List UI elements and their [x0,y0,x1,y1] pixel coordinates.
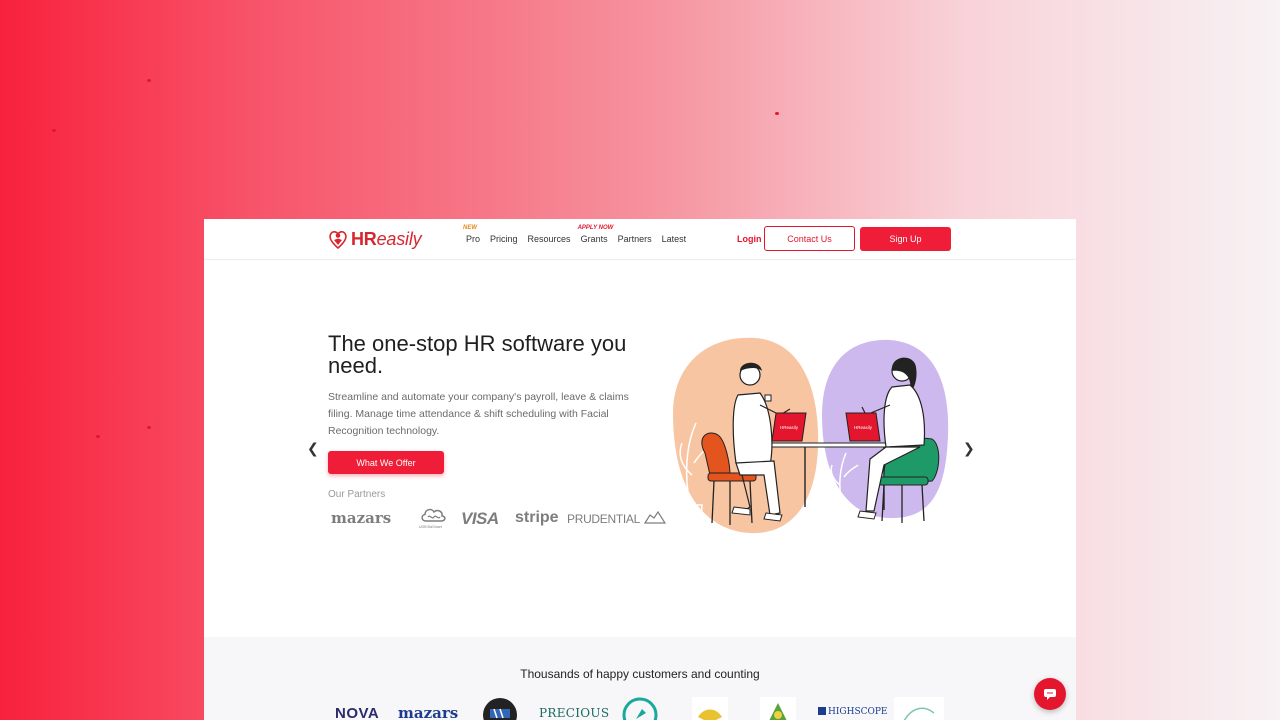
background-speck [775,112,779,115]
top-navbar: HReasily NEW Pro Pricing Resources APPLY… [204,219,1076,260]
laptop-screen-logo: HReasily [780,425,799,430]
background-speck [96,435,100,438]
cloud-icon [421,508,446,522]
nav-item-resources[interactable]: Resources [528,234,571,244]
customer-logo-precious: PRECIOUS [539,706,610,720]
chat-button[interactable] [1034,678,1066,710]
nav-item-partners[interactable]: Partners [618,234,652,244]
customer-logo-badge-dark [483,698,517,720]
hreasily-logo[interactable]: HReasily [328,228,422,250]
chat-icon [1044,689,1056,700]
laptop-screen-logo: HReasily [854,425,873,430]
partner-logo-prudential: PRUDENTIAL [567,512,641,526]
partner-logo-stripe: stripe [515,509,559,526]
background-speck [52,129,56,132]
partner-logo-uob: UOB BizSmart [419,506,447,529]
nav-item-pricing[interactable]: Pricing [490,234,518,244]
sign-up-button[interactable]: Sign Up [860,227,951,251]
partners-label: Our Partners [328,489,386,500]
partner-logo-visa: VISA [461,509,499,528]
what-we-offer-button[interactable]: What We Offer [328,451,444,474]
nav-item-grants[interactable]: APPLY NOW Grants [578,225,614,244]
prudential-rock-icon [644,510,666,524]
website-screenshot: HReasily NEW Pro Pricing Resources APPLY… [204,219,1076,720]
hero-title: The one-stop HR software you need. [328,331,627,378]
chevron-right-icon[interactable]: ❯ [963,440,975,457]
customer-logos: NOVA mazars PRECIOUS HIGHSCOPE [204,697,1076,720]
customer-logo-highscope: HIGHSCOPE [818,707,888,717]
customers-title: Thousands of happy customers and countin… [520,667,760,681]
apply-now-badge: APPLY NOW [577,225,614,231]
customer-logo-mazars: mazars [398,704,459,720]
nav-item-latest[interactable]: Latest [662,234,687,244]
background-speck [147,426,151,429]
nav-item-pro[interactable]: NEW Pro [463,225,480,244]
customer-logo-crest [692,697,728,720]
login-link[interactable]: Login [737,234,762,244]
customer-logo-tree [760,697,796,720]
contact-us-button[interactable]: Contact Us [764,226,855,251]
customer-logo-rocket [622,697,658,720]
chevron-left-icon[interactable]: ❮ [307,440,319,457]
new-badge: NEW [463,225,477,231]
heart-person-icon [329,231,347,250]
customer-logo-bird [894,697,944,720]
customers-section: Thousands of happy customers and countin… [204,637,1076,720]
background-speck [147,79,151,82]
hero-subtitle: Streamline and automate your company's p… [328,391,629,437]
customer-logo-nova: NOVA [335,705,380,720]
partner-logo-mazars: mazars [331,509,392,527]
hero-illustration: HReasily HReasily [673,337,949,534]
logo-wordmark: HReasily [351,228,422,249]
nav-menu: NEW Pro Pricing Resources APPLY NOW Gran… [463,225,687,244]
